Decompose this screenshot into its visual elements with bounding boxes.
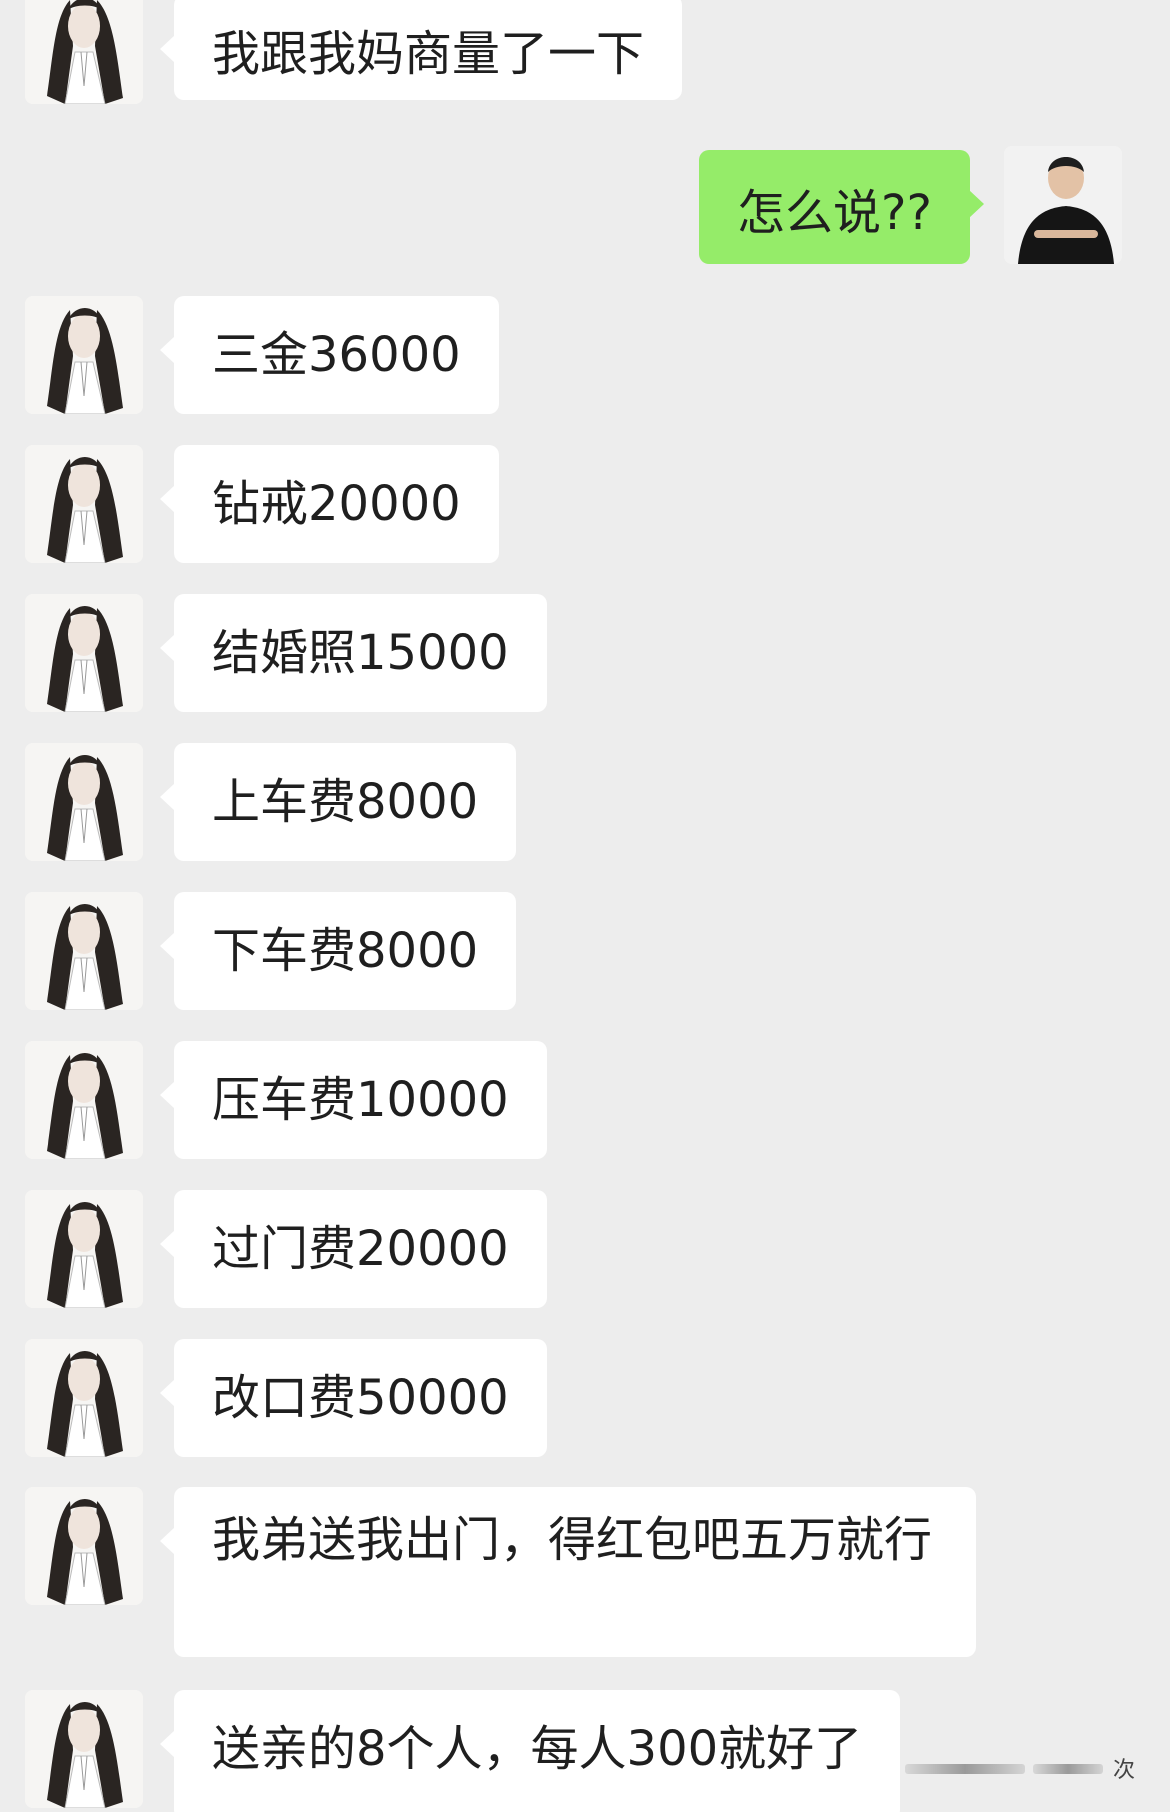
message-bubble[interactable]: 怎么说??	[699, 150, 984, 264]
watermark-bar	[905, 1764, 1025, 1774]
message-text: 送亲的8个人，每人300就好了	[212, 1721, 863, 1777]
contact-avatar[interactable]	[25, 1690, 143, 1808]
contact-avatar[interactable]	[25, 892, 143, 1010]
message-text: 下车费8000	[212, 923, 479, 979]
message-text: 结婚照15000	[212, 625, 509, 681]
contact-avatar[interactable]	[25, 1339, 143, 1457]
message-bubble[interactable]: 我跟我妈商量了一下	[159, 0, 683, 100]
message-bubble[interactable]: 下车费8000	[159, 892, 517, 1010]
message-text: 怎么说??	[737, 185, 932, 241]
message-text: 改口费50000	[212, 1370, 509, 1426]
contact-avatar[interactable]	[25, 594, 143, 712]
user-avatar[interactable]	[1004, 146, 1122, 264]
message-text: 我跟我妈商量了一下	[212, 26, 645, 82]
message-bubble[interactable]: 过门费20000	[160, 1190, 547, 1308]
message-text: 我弟送我出门，得红包吧五万就行	[212, 1512, 933, 1568]
contact-avatar[interactable]	[25, 1487, 143, 1605]
message-bubble[interactable]: 送亲的8个人，每人300就好了	[159, 1690, 901, 1812]
watermark-glyph: 次	[1112, 1758, 1135, 1783]
contact-avatar[interactable]	[25, 296, 143, 414]
message-bubble[interactable]: 压车费10000	[160, 1041, 547, 1159]
message-text: 上车费8000	[212, 774, 479, 830]
message-bubble[interactable]: 上车费8000	[159, 743, 517, 861]
watermark-bar	[1033, 1764, 1103, 1774]
message-text: 三金36000	[212, 327, 461, 383]
chat-window: 我跟我妈商量了一下 怎么说?? 三金36000 钻戒20000 结婚照15000…	[0, 0, 1170, 1812]
contact-avatar[interactable]	[25, 1190, 143, 1308]
contact-avatar[interactable]	[25, 0, 143, 104]
message-bubble[interactable]: 结婚照15000	[160, 594, 547, 712]
message-bubble[interactable]: 三金36000	[160, 296, 499, 414]
message-text: 过门费20000	[212, 1221, 509, 1277]
message-text: 钻戒20000	[212, 476, 461, 532]
message-bubble[interactable]: 钻戒20000	[160, 445, 499, 563]
watermark-logo: 次	[905, 1752, 1135, 1783]
contact-avatar[interactable]	[25, 743, 143, 861]
message-bubble[interactable]: 改口费50000	[160, 1339, 547, 1457]
message-bubble[interactable]: 我弟送我出门，得红包吧五万就行	[160, 1487, 976, 1657]
contact-avatar[interactable]	[25, 1041, 143, 1159]
message-text: 压车费10000	[212, 1072, 509, 1128]
contact-avatar[interactable]	[25, 445, 143, 563]
